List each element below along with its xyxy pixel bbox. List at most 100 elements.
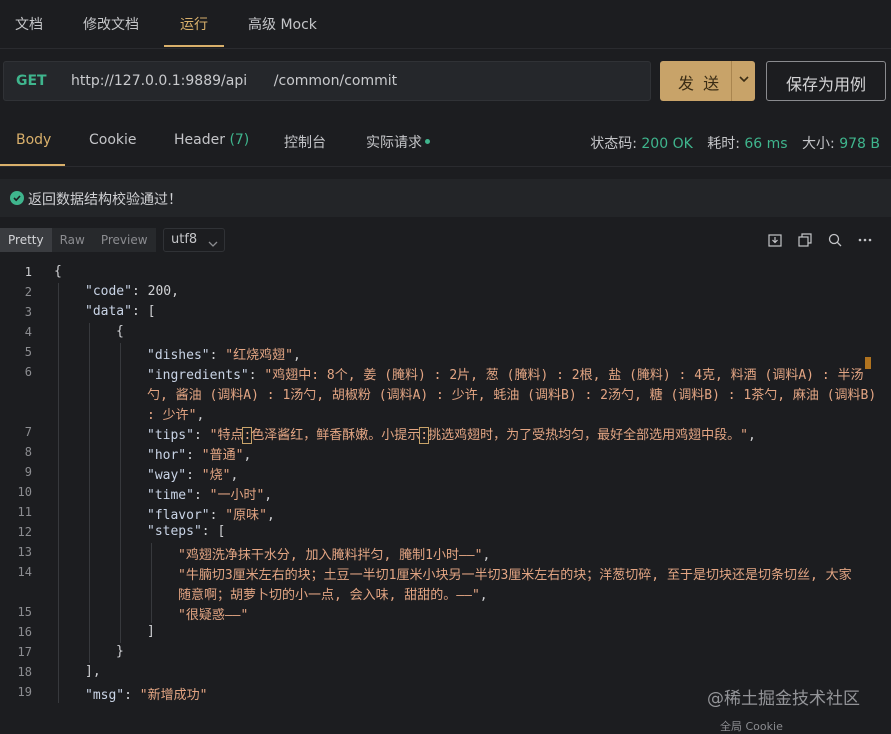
send-button-label: 发 送 bbox=[678, 74, 722, 93]
elapsed-time-value: 66 ms bbox=[744, 136, 788, 152]
status-code-label: 状态码: bbox=[590, 136, 637, 152]
line-number: 4 bbox=[24, 325, 32, 339]
format-toggle-group: Pretty Raw Preview bbox=[0, 228, 156, 252]
code-line: "msg": "新增成功" bbox=[85, 688, 208, 703]
encoding-value: utf8 bbox=[171, 232, 198, 247]
indent-guide bbox=[120, 343, 121, 643]
line-number: 1 bbox=[24, 265, 32, 279]
bracket: [ bbox=[217, 524, 226, 539]
divider bbox=[0, 48, 891, 49]
scrollbar-marker[interactable] bbox=[865, 357, 871, 369]
check-circle-icon bbox=[10, 191, 24, 205]
tab-run[interactable]: 运行 bbox=[180, 14, 208, 34]
response-body-editor[interactable]: 1 2 3 4 5 6 7 8 9 10 11 12 13 14 15 16 1… bbox=[0, 263, 891, 728]
copy-icon[interactable] bbox=[797, 232, 813, 248]
send-button-divider bbox=[731, 61, 732, 101]
tab-console[interactable]: 控制台 bbox=[284, 132, 326, 152]
json-key: "hor" bbox=[147, 448, 187, 463]
brace: { bbox=[54, 264, 62, 279]
brace: } bbox=[116, 644, 124, 659]
validation-notice: 返回数据结构校验通过！ bbox=[0, 179, 891, 217]
json-key: "code" bbox=[85, 284, 132, 299]
format-pretty-button[interactable]: Pretty bbox=[0, 228, 52, 252]
json-key: "tips" bbox=[147, 428, 194, 443]
http-method-select[interactable]: GET bbox=[16, 73, 47, 89]
tab-edit-docs[interactable]: 修改文档 bbox=[83, 14, 139, 34]
json-key: "dishes" bbox=[147, 348, 210, 363]
line-number: 7 bbox=[24, 425, 32, 439]
format-raw-button[interactable]: Raw bbox=[51, 228, 93, 252]
send-button[interactable]: 发 送 bbox=[660, 61, 755, 101]
line-number: 10 bbox=[17, 485, 32, 499]
brace: { bbox=[116, 324, 124, 339]
json-key: "data" bbox=[85, 304, 132, 319]
json-key: "flavor" bbox=[147, 508, 210, 523]
json-key: "steps" bbox=[147, 524, 202, 539]
search-icon[interactable] bbox=[827, 232, 843, 248]
validation-notice-text: 返回数据结构校验通过！ bbox=[28, 192, 182, 208]
line-number: 13 bbox=[17, 545, 32, 559]
indent-guide bbox=[89, 323, 90, 663]
response-stats: 状态码: 200 OK 耗时: 66 ms 大小: 978 B bbox=[590, 133, 880, 153]
chevron-down-icon[interactable] bbox=[738, 71, 750, 87]
indent-guide bbox=[58, 283, 59, 703]
size-value: 978 B bbox=[839, 136, 880, 152]
json-string: "新增成功" bbox=[139, 688, 208, 703]
line-number: 15 bbox=[17, 605, 32, 619]
chevron-down-icon bbox=[208, 236, 218, 252]
line-number: 3 bbox=[24, 305, 32, 319]
top-tab-bar: 文档 修改文档 运行 高级 Mock bbox=[0, 0, 891, 47]
line-number: 19 bbox=[17, 685, 32, 699]
json-string: "鸡翅中: 8个, 姜 (腌料) : 2片, 葱 (腌料) : 2根, 盐 (腌… bbox=[264, 368, 864, 383]
indent-guide bbox=[151, 543, 152, 623]
code-line: } bbox=[116, 644, 124, 659]
tab-actual-request[interactable]: 实际请求 bbox=[366, 132, 430, 152]
more-icon[interactable] bbox=[857, 232, 873, 248]
status-dot-icon bbox=[425, 138, 430, 144]
size-label: 大小: bbox=[802, 136, 835, 152]
code-line: "flavor": "原味", bbox=[147, 508, 275, 523]
active-tab-indicator bbox=[164, 45, 224, 47]
save-as-case-button[interactable]: 保存为用例 bbox=[766, 61, 886, 101]
code-line: "hor": "普通", bbox=[147, 448, 252, 463]
tab-actual-request-label: 实际请求 bbox=[366, 135, 422, 151]
status-code-value: 200 OK bbox=[641, 136, 693, 152]
code-line: "很疑惑——" bbox=[178, 604, 248, 623]
format-preview-button[interactable]: Preview bbox=[92, 228, 156, 252]
code-line: "way": "烧", bbox=[147, 468, 239, 483]
global-cookie-link[interactable]: 全局 Cookie bbox=[720, 718, 783, 734]
tab-header-label: Header bbox=[174, 132, 225, 148]
json-string-wrap: 随意啊；胡萝卜切的小一点, 会入味, 甜甜的。——" bbox=[178, 588, 480, 603]
line-number: 18 bbox=[17, 665, 32, 679]
code-line: ] bbox=[147, 624, 155, 639]
url-input[interactable]: http://127.0.0.1:9889/api /common/commit bbox=[71, 73, 397, 89]
line-number: 9 bbox=[24, 465, 32, 479]
json-string: "红烧鸡翅" bbox=[225, 348, 293, 363]
encoding-select[interactable]: utf8 bbox=[163, 228, 225, 252]
header-count: (7) bbox=[229, 132, 250, 148]
tab-advanced-mock[interactable]: 高级 Mock bbox=[248, 14, 317, 34]
json-string-wrap: 勺, 酱油 (调料A) : 1汤勺, 胡椒粉 (调料A) : 少许, 蚝油 (调… bbox=[147, 388, 877, 403]
bracket: [ bbox=[147, 304, 156, 319]
tab-cookie[interactable]: Cookie bbox=[89, 132, 137, 148]
code-line: "code": 200, bbox=[85, 284, 179, 299]
json-string-wrap: : 少许" bbox=[147, 408, 197, 423]
json-number: 200 bbox=[147, 284, 172, 299]
request-url-bar[interactable]: GET http://127.0.0.1:9889/api /common/co… bbox=[3, 61, 651, 101]
json-string: "很疑惑——" bbox=[178, 608, 249, 623]
code-line: "牛腩切3厘米左右的块；土豆一半切1厘米小块另一半切3厘米左右的块；洋葱切碎, … bbox=[178, 564, 852, 583]
tab-docs[interactable]: 文档 bbox=[15, 14, 43, 34]
line-number: 5 bbox=[24, 345, 32, 359]
tab-body[interactable]: Body bbox=[16, 132, 51, 148]
line-number: 11 bbox=[17, 505, 32, 519]
line-number: 14 bbox=[17, 565, 32, 579]
line-number: 17 bbox=[17, 645, 32, 659]
json-string: "一小时" bbox=[209, 488, 265, 503]
json-string: 挑选鸡翅时，为了受热均匀，最好全部选用鸡翅中段。" bbox=[428, 428, 748, 443]
tab-header[interactable]: Header (7) bbox=[174, 132, 249, 148]
line-number: 12 bbox=[17, 525, 32, 539]
code-line: "steps": [ bbox=[147, 524, 226, 539]
json-key: "msg" bbox=[85, 688, 125, 703]
download-icon[interactable] bbox=[767, 232, 783, 248]
line-number: 16 bbox=[17, 625, 32, 639]
